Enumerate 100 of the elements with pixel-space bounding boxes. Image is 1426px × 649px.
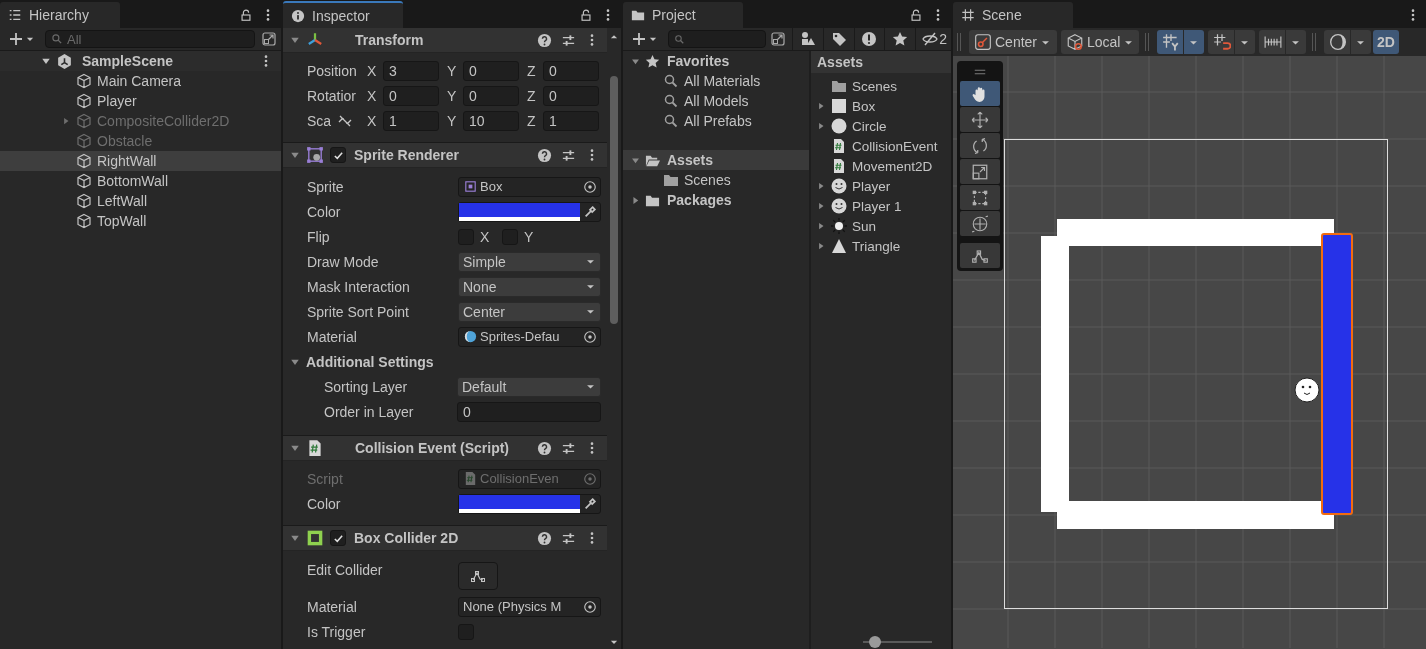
player-sprite[interactable] [1294, 377, 1320, 403]
tree-item[interactable]: All Prefabs [623, 111, 809, 131]
popout-icon[interactable] [769, 31, 786, 47]
shapes-icon[interactable] [799, 31, 816, 47]
number-field[interactable]: 0 [463, 60, 519, 81]
eyedropper-icon[interactable] [583, 204, 597, 219]
panel-tab[interactable]: Scene [953, 2, 1073, 28]
object-picker-icon[interactable] [583, 599, 597, 614]
help-icon[interactable] [537, 530, 552, 546]
asset-item[interactable]: Player [811, 176, 951, 196]
object-picker-icon[interactable] [583, 179, 597, 194]
color-swatch[interactable] [459, 202, 580, 221]
component-header[interactable]: Collision Event (Script) [283, 436, 607, 461]
tree-item[interactable]: Favorites [623, 51, 809, 71]
pivot-dropdown[interactable]: Center [969, 30, 1057, 54]
tree-item[interactable]: All Materials [623, 71, 809, 91]
number-field[interactable]: 0 [383, 85, 439, 106]
search-field[interactable] [668, 30, 766, 48]
mode-2d-button[interactable]: 2D [1373, 30, 1399, 54]
dropdown[interactable]: Default [457, 376, 601, 397]
tree-item[interactable]: All Models [623, 91, 809, 111]
asset-item[interactable]: Sun [811, 216, 951, 236]
dropdown[interactable]: Simple [458, 251, 601, 272]
breadcrumb[interactable]: Assets [811, 51, 951, 73]
number-field[interactable]: 0 [543, 85, 599, 106]
object-field[interactable]: None (Physics M [458, 596, 601, 617]
slider-thumb[interactable] [868, 636, 881, 648]
lock-icon[interactable] [909, 8, 923, 22]
object-picker-icon[interactable] [583, 329, 597, 344]
tree-item[interactable]: Assets [623, 150, 809, 170]
eyedropper-icon[interactable] [583, 496, 597, 511]
scale-tool-button[interactable] [960, 159, 1000, 184]
dropdown[interactable]: Center [458, 301, 601, 322]
sliders-icon[interactable] [561, 147, 576, 163]
lock-icon[interactable] [579, 8, 593, 22]
hierarchy-item[interactable]: LeftWall [0, 191, 281, 211]
shading-button[interactable] [1324, 30, 1371, 54]
tag-icon[interactable] [830, 31, 847, 47]
custom-tool-button[interactable] [960, 243, 1000, 268]
color-swatch[interactable] [459, 494, 580, 513]
asset-item[interactable]: Triangle [811, 236, 951, 256]
number-field[interactable]: 1 [543, 110, 599, 131]
asset-item[interactable]: Circle [811, 116, 951, 136]
increment-button[interactable] [1259, 30, 1306, 54]
star-icon[interactable] [892, 31, 909, 47]
color-field[interactable] [458, 201, 601, 222]
number-field[interactable]: 3 [383, 60, 439, 81]
component-header[interactable]: Transform [283, 28, 607, 53]
hand-tool-button[interactable] [960, 81, 1000, 106]
panel-tab[interactable]: Inspector [283, 1, 403, 28]
eye-slash-icon[interactable] [922, 31, 939, 47]
tree-item[interactable]: Scenes [623, 170, 809, 190]
object-field[interactable]: Box [458, 176, 601, 197]
number-field[interactable]: 0 [543, 60, 599, 81]
popout-icon[interactable] [261, 31, 277, 47]
edit-collider-button[interactable] [458, 562, 498, 590]
panel-tab[interactable]: Project [623, 2, 743, 28]
help-icon[interactable] [537, 147, 552, 163]
help-icon[interactable] [537, 440, 552, 456]
component-header[interactable]: Box Collider 2D [283, 526, 607, 551]
number-field[interactable]: 10 [463, 110, 519, 131]
component-header[interactable]: Sprite Renderer [283, 143, 607, 168]
object-field[interactable]: Sprites-Defau [458, 326, 601, 347]
snap-button[interactable] [1208, 30, 1255, 54]
tree-item[interactable]: Packages [623, 190, 809, 210]
hierarchy-item[interactable]: Player [0, 91, 281, 111]
sliders-icon[interactable] [561, 440, 576, 456]
asset-item[interactable]: Player 1 [811, 196, 951, 216]
circle-icon [831, 118, 847, 134]
wall[interactable] [1057, 501, 1334, 529]
color-field[interactable] [458, 493, 601, 514]
lock-icon[interactable] [239, 8, 253, 22]
asset-item[interactable]: CollisionEvent [811, 136, 951, 156]
sliders-icon[interactable] [561, 32, 576, 48]
move-tool-button[interactable] [960, 107, 1000, 132]
grid-snap-button[interactable] [1157, 30, 1204, 54]
asset-item[interactable]: Box [811, 96, 951, 116]
dropdown[interactable]: None [458, 276, 601, 297]
checkbox[interactable] [330, 530, 346, 546]
sliders-icon[interactable] [561, 530, 576, 546]
hierarchy-item[interactable]: Main Camera [0, 71, 281, 91]
help-icon[interactable] [537, 32, 552, 48]
scrollbar-thumb[interactable] [610, 76, 618, 324]
hierarchy-item[interactable]: BottomWall [0, 171, 281, 191]
rotate-tool-button[interactable] [960, 133, 1000, 158]
panel-tab[interactable]: Hierarchy [0, 2, 120, 28]
asset-item[interactable]: Scenes [811, 76, 951, 96]
number-field[interactable]: 0 [457, 401, 601, 422]
transform-tool-button[interactable] [960, 211, 1000, 236]
rect-tool-button[interactable] [960, 185, 1000, 210]
wall[interactable] [1057, 219, 1334, 246]
checkbox[interactable] [330, 147, 346, 163]
hierarchy-item[interactable]: TopWall [0, 211, 281, 231]
exclamation-icon[interactable] [861, 31, 878, 47]
number-field[interactable]: 1 [383, 110, 439, 131]
asset-item[interactable]: Movement2D [811, 156, 951, 176]
number-field[interactable]: 0 [463, 85, 519, 106]
space-dropdown[interactable]: Local [1061, 30, 1139, 54]
hierarchy-item[interactable]: RightWall [0, 151, 281, 171]
scene-item[interactable]: SampleScene [0, 51, 281, 71]
